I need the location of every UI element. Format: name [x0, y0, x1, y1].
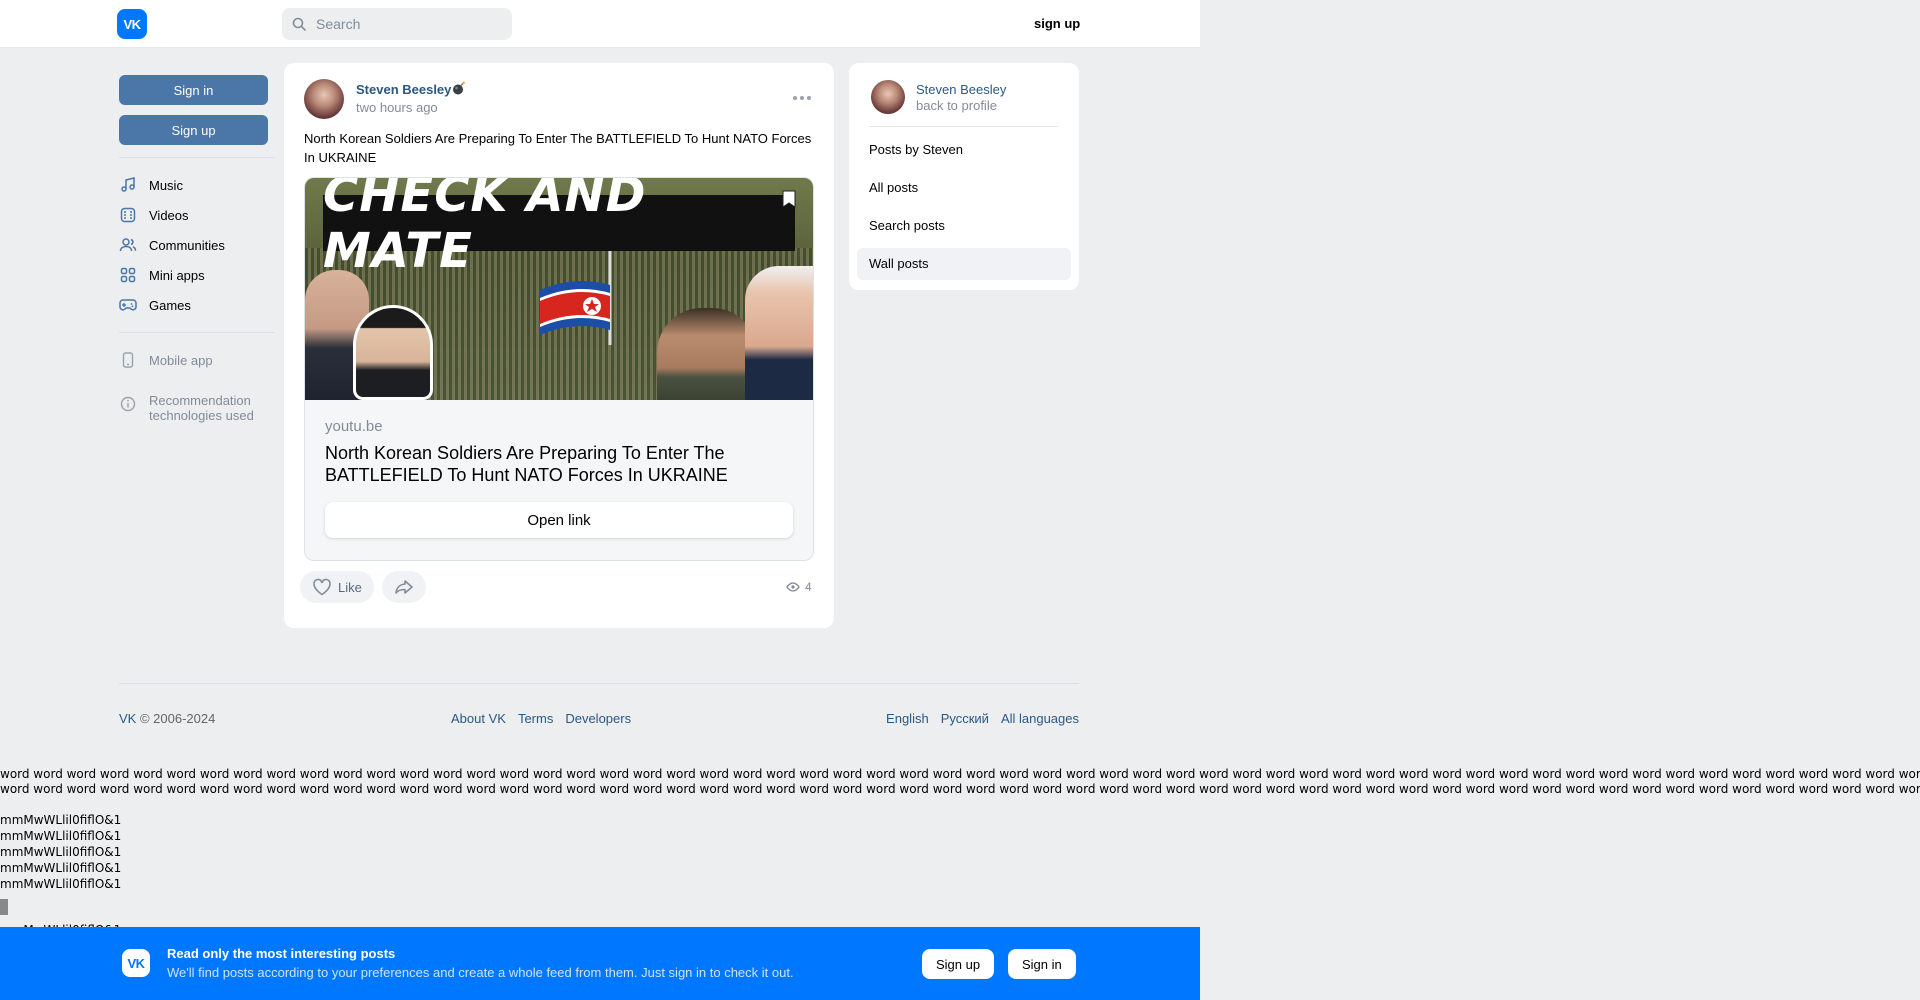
footer-link-terms[interactable]: Terms	[518, 711, 553, 726]
sidebar-item-label: Music	[149, 177, 183, 193]
open-link-button[interactable]: Open link	[325, 502, 793, 538]
glyph-test-text: mmMwWLlil0fiflO&1 mmMwWLlil0fiflO&1 mmMw…	[0, 812, 121, 938]
sidebar-item-music[interactable]: Music	[119, 170, 269, 200]
bookmark-icon[interactable]	[782, 190, 796, 208]
link-title[interactable]: North Korean Soldiers Are Preparing To E…	[325, 442, 795, 486]
sidebar-item-label: Mini apps	[149, 267, 205, 283]
view-count: 4	[786, 580, 812, 594]
footer-links: About VK Terms Developers	[451, 711, 631, 726]
author-avatar[interactable]	[304, 79, 344, 119]
post-timestamp[interactable]: two hours ago	[356, 100, 438, 115]
lang-all[interactable]: All languages	[1001, 711, 1079, 726]
back-to-profile-link[interactable]: back to profile	[916, 98, 997, 113]
phone-icon	[119, 351, 137, 369]
post-card: Steven Beesley two hours ago North Korea…	[284, 63, 834, 628]
footer-link-about[interactable]: About VK	[451, 711, 506, 726]
bomb-emoji-icon	[453, 81, 465, 95]
mini-apps-icon	[119, 266, 137, 284]
post-actions: Like	[300, 571, 426, 603]
link-attachment[interactable]: CHECK AND MATE youtu.be North Korean Sol…	[304, 177, 814, 561]
signup-button[interactable]: Sign up	[119, 115, 268, 145]
vk-logo[interactable]: VK	[117, 9, 147, 39]
communities-icon	[119, 236, 137, 254]
lang-russian[interactable]: Русский	[941, 711, 989, 726]
like-label: Like	[338, 579, 362, 595]
thumbnail-banner: CHECK AND MATE	[323, 178, 795, 279]
menu-item-all-posts[interactable]: All posts	[857, 172, 1071, 204]
copyright-text: © 2006-2024	[139, 711, 216, 726]
footer-link-developers[interactable]: Developers	[565, 711, 631, 726]
sidebar-item-games[interactable]: Games	[119, 290, 269, 320]
divider	[869, 126, 1058, 127]
more-options-icon[interactable]	[793, 93, 811, 103]
sidebar-item-label: Videos	[149, 207, 189, 223]
language-links: English Русский All languages	[886, 711, 1079, 726]
sidebar-item-recommendation-tech[interactable]: Recommendation technologies used	[119, 389, 269, 423]
menu-item-posts-by-steven[interactable]: Posts by Steven	[857, 134, 1071, 166]
games-icon	[119, 296, 137, 314]
thumbnail-title: CHECK AND MATE	[323, 178, 647, 279]
share-icon	[395, 580, 413, 594]
divider	[119, 157, 275, 158]
top-header: VK sign up	[0, 0, 1200, 48]
small-rule	[0, 899, 8, 915]
profile-avatar[interactable]	[871, 80, 905, 114]
views-number: 4	[805, 580, 812, 594]
promo-subtitle: We'll find posts according to your prefe…	[167, 965, 794, 980]
footer-vk-link[interactable]: VK	[119, 711, 136, 726]
eye-icon	[786, 582, 800, 592]
promo-signup-button[interactable]: Sign up	[922, 949, 995, 979]
search-input[interactable]	[314, 15, 498, 33]
lang-english[interactable]: English	[886, 711, 929, 726]
menu-item-wall-posts[interactable]: Wall posts	[857, 248, 1071, 280]
glyph-line: mmMwWLlil0fiflO&1	[0, 813, 122, 827]
info-icon	[119, 395, 137, 413]
glyph-line: mmMwWLlil0fiflO&1	[0, 877, 122, 891]
sidebar-item-communities[interactable]: Communities	[119, 230, 269, 260]
music-icon	[119, 176, 137, 194]
sidebar-item-mobile-app[interactable]: Mobile app	[119, 345, 269, 375]
link-domain: youtu.be	[325, 418, 383, 435]
portrait-biden-image	[745, 266, 813, 400]
menu-item-search-posts[interactable]: Search posts	[857, 210, 1071, 242]
signin-button[interactable]: Sign in	[119, 75, 268, 105]
share-button[interactable]	[381, 571, 426, 603]
sidebar-item-label: Recommendation technologies used	[149, 393, 254, 423]
portrait-kim-image	[353, 305, 433, 400]
videos-icon	[119, 206, 137, 224]
like-button[interactable]: Like	[300, 571, 374, 603]
glyph-line: mmMwWLlil0fiflO&1	[0, 861, 122, 875]
signup-promo-banner: VK Read only the most interesting posts …	[0, 927, 1200, 1000]
vk-logo: VK	[122, 949, 150, 977]
glyph-line: mmMwWLlil0fiflO&1	[0, 829, 122, 843]
word-line: word word word word word word word word …	[0, 767, 1920, 781]
left-sidebar: Sign in Sign up Music Videos Communities…	[119, 75, 275, 423]
profile-nav-card: Steven Beesley back to profile Posts by …	[849, 63, 1079, 290]
header-signup-link[interactable]: sign up	[1034, 16, 1080, 31]
search-icon	[292, 17, 306, 31]
search-box[interactable]	[282, 8, 512, 40]
post-text: North Korean Soldiers Are Preparing To E…	[304, 131, 812, 165]
promo-title: Read only the most interesting posts	[167, 946, 396, 961]
portrait-zelensky-image	[657, 308, 757, 400]
footer-divider	[119, 683, 1079, 684]
divider	[119, 332, 275, 333]
glyph-line: mmMwWLlil0fiflO&1	[0, 845, 122, 859]
video-thumbnail[interactable]: CHECK AND MATE	[305, 178, 813, 400]
sidebar-item-label: Communities	[149, 237, 225, 253]
word-line: word word word word word word word word …	[0, 782, 1920, 796]
promo-signin-button[interactable]: Sign in	[1008, 949, 1076, 979]
sidebar-item-videos[interactable]: Videos	[119, 200, 269, 230]
word-test-text: word word word word word word word word …	[0, 767, 1920, 797]
sidebar-item-mini-apps[interactable]: Mini apps	[119, 260, 269, 290]
profile-name-link[interactable]: Steven Beesley	[916, 82, 1006, 97]
sidebar-item-label: Mobile app	[149, 352, 213, 368]
copyright: VK © 2006-2024	[119, 711, 215, 726]
heart-icon	[313, 578, 331, 596]
sidebar-item-label: Games	[149, 297, 191, 313]
author-name-link[interactable]: Steven Beesley	[356, 82, 451, 97]
